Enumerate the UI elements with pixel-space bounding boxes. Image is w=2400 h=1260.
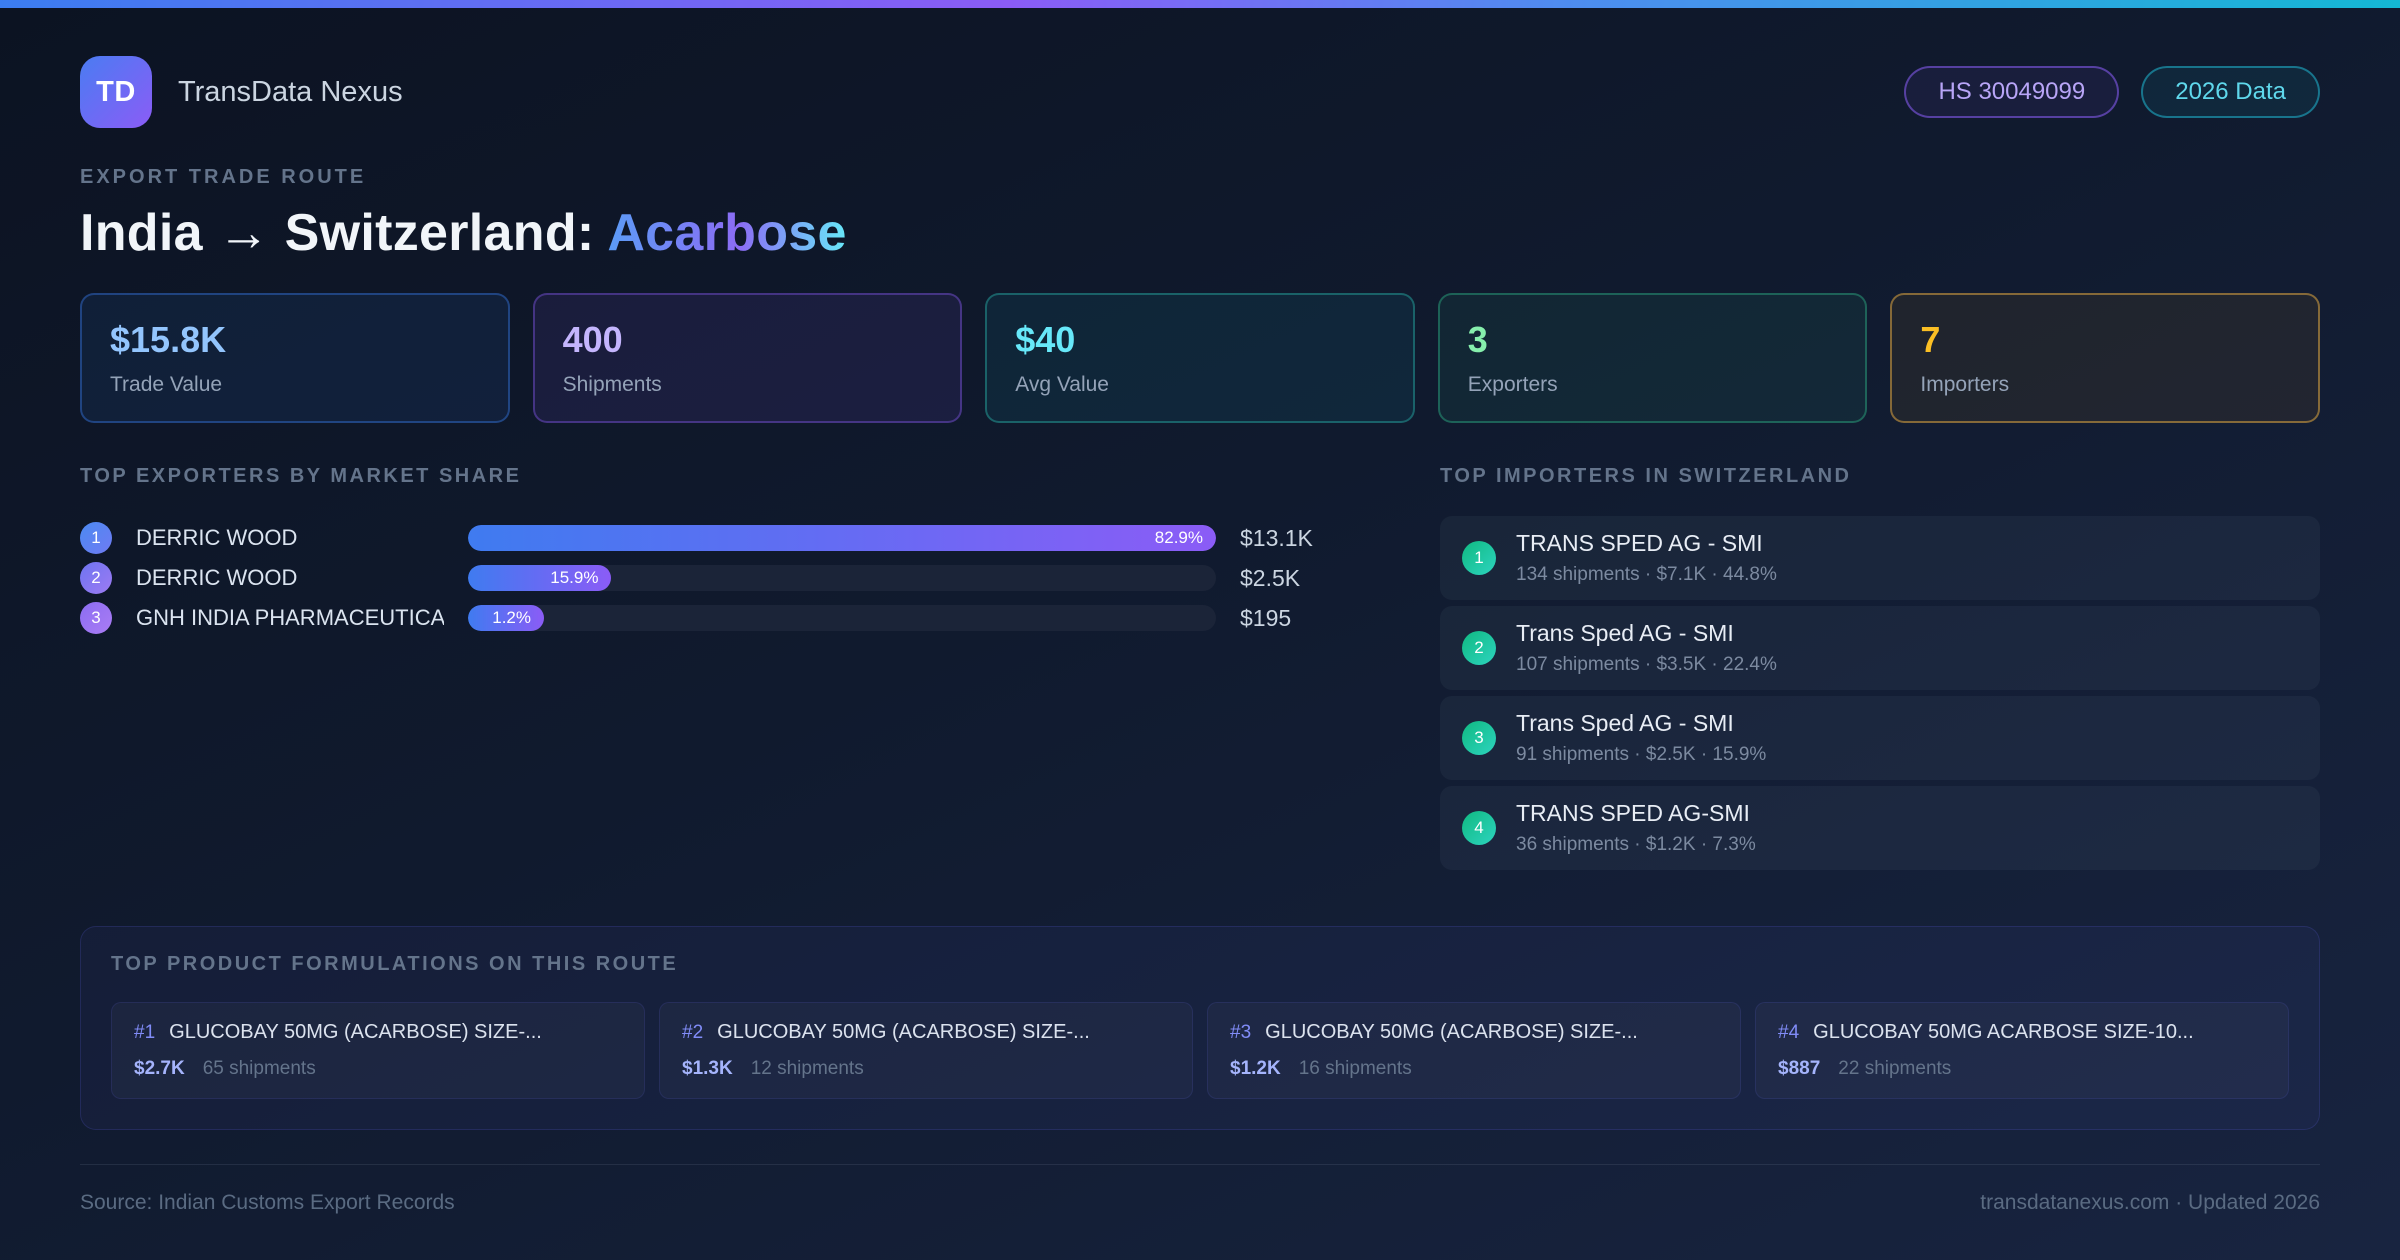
product-card[interactable]: #1 GLUCOBAY 50MG (ACARBOSE) SIZE-... $2.… — [111, 1002, 645, 1099]
product-highlight: Acarbose — [607, 204, 847, 262]
market-share-bar-fill: 1.2% — [468, 605, 544, 631]
stat-card-exporters: 3 Exporters — [1437, 293, 1868, 423]
stat-value: 7 — [1920, 319, 1941, 360]
product-value: $2.7K — [134, 1058, 185, 1079]
exporter-name: GNH INDIA PHARMACEUTICALS ... — [136, 605, 444, 630]
share-percent-label: 15.9% — [550, 568, 599, 587]
importer-detail: 107 shipments · $3.5K · 22.4% — [1516, 654, 1777, 675]
market-share-bar-track: 82.9% — [468, 525, 1216, 551]
header: TD TransData Nexus HS 30049099 2026 Data — [80, 56, 2320, 128]
product-rank: #3 — [1230, 1022, 1252, 1043]
rank-badge: 2 — [1462, 631, 1496, 665]
dashboard-page: TD TransData Nexus HS 30049099 2026 Data… — [0, 56, 2400, 1215]
app-logo: TD — [80, 56, 152, 128]
stat-value: $15.8K — [110, 319, 227, 360]
stats-row: $15.8K Trade Value 400 Shipments $40 Avg… — [80, 293, 2320, 423]
route-title-text: India → Switzerland: — [80, 204, 608, 262]
importer-row[interactable]: 3 Trans Sped AG - SMI 91 shipments · $2.… — [1440, 696, 2320, 780]
stat-card-avg-value: $40 Avg Value — [985, 293, 1415, 423]
importer-name: Trans Sped AG - SMI — [1516, 710, 1734, 736]
app-logo-text: TD — [96, 75, 136, 108]
product-value: $1.3K — [682, 1058, 733, 1079]
market-share-bar-fill: 82.9% — [468, 525, 1216, 551]
stat-card-trade-value: $15.8K Trade Value — [80, 293, 510, 423]
importers-heading: TOP IMPORTERS IN SWITZERLAND — [1440, 465, 1852, 487]
exporter-value: $195 — [1240, 604, 1292, 631]
section-eyebrow: EXPORT TRADE ROUTE — [80, 166, 367, 188]
exporter-row[interactable]: 1 DERRIC WOOD 82.9% $13.1K — [80, 518, 1350, 558]
importer-detail: 36 shipments · $1.2K · 7.3% — [1516, 834, 1756, 855]
exporters-heading: TOP EXPORTERS BY MARKET SHARE — [80, 465, 522, 487]
rank-badge: 2 — [80, 562, 112, 594]
exporter-row[interactable]: 2 DERRIC WOOD 15.9% $2.5K — [80, 558, 1350, 598]
stat-label: Avg Value — [1015, 373, 1109, 396]
year-data-badge[interactable]: 2026 Data — [2141, 66, 2320, 118]
importer-name: Trans Sped AG - SMI — [1516, 620, 1734, 646]
header-badges: HS 30049099 2026 Data — [1904, 66, 2320, 118]
product-card[interactable]: #4 GLUCOBAY 50MG ACARBOSE SIZE-10... $88… — [1755, 1002, 2289, 1099]
exporter-value: $13.1K — [1240, 524, 1313, 551]
importer-name: TRANS SPED AG-SMI — [1516, 800, 1750, 826]
stat-label: Exporters — [1467, 373, 1558, 396]
exporter-value: $2.5K — [1240, 564, 1301, 591]
stat-card-shipments: 400 Shipments — [532, 293, 963, 423]
share-percent-label: 1.2% — [492, 608, 531, 627]
stat-label: Trade Value — [110, 373, 223, 396]
product-name: GLUCOBAY 50MG ACARBOSE SIZE-10... — [1813, 1021, 2194, 1043]
importer-row[interactable]: 4 TRANS SPED AG-SMI 36 shipments · $1.2K… — [1440, 786, 2320, 870]
stat-label: Importers — [1920, 373, 2010, 396]
stat-label: Shipments — [562, 373, 662, 396]
importer-name: TRANS SPED AG - SMI — [1516, 530, 1763, 556]
product-card[interactable]: #3 GLUCOBAY 50MG (ACARBOSE) SIZE-... $1.… — [1207, 1002, 1741, 1099]
source-note: Source: Indian Customs Export Records — [80, 1191, 455, 1214]
exporter-name: DERRIC WOOD — [136, 525, 298, 550]
stat-value: 3 — [1467, 319, 1488, 360]
exporters-section: TOP EXPORTERS BY MARKET SHARE 1 DERRIC W… — [80, 465, 1350, 638]
stat-card-importers: 7 Importers — [1890, 293, 2320, 423]
app-name: TransData Nexus — [178, 75, 403, 108]
product-shipments: 65 shipments — [202, 1058, 316, 1079]
site-credit: transdatanexus.com · Updated 2026 — [1980, 1191, 2320, 1214]
products-grid: #1 GLUCOBAY 50MG (ACARBOSE) SIZE-... $2.… — [111, 1002, 2289, 1099]
rank-badge: 3 — [1462, 721, 1496, 755]
product-shipments: 22 shipments — [1838, 1058, 1952, 1079]
market-share-bar-track: 1.2% — [468, 605, 1216, 631]
exporters-chart: 1 DERRIC WOOD 82.9% $13.1K 2 DERRIC WOOD — [80, 518, 1350, 638]
footer: Source: Indian Customs Export Records tr… — [80, 1164, 2320, 1215]
product-rank: #1 — [134, 1022, 156, 1043]
brand: TD TransData Nexus — [80, 56, 403, 128]
rank-badge: 3 — [80, 602, 112, 634]
hs-code-badge[interactable]: HS 30049099 — [1904, 66, 2120, 118]
products-panel: TOP PRODUCT FORMULATIONS ON THIS ROUTE #… — [80, 926, 2320, 1130]
product-name: GLUCOBAY 50MG (ACARBOSE) SIZE-... — [169, 1021, 542, 1043]
share-percent-label: 82.9% — [1154, 528, 1203, 547]
stat-value: $40 — [1015, 319, 1076, 360]
importer-row[interactable]: 1 TRANS SPED AG - SMI 134 shipments · $7… — [1440, 516, 2320, 600]
exporter-name: DERRIC WOOD — [136, 565, 298, 590]
importer-detail: 91 shipments · $2.5K · 15.9% — [1516, 744, 1767, 765]
products-heading: TOP PRODUCT FORMULATIONS ON THIS ROUTE — [111, 953, 679, 975]
product-rank: #2 — [682, 1022, 704, 1043]
product-rank: #4 — [1778, 1022, 1800, 1043]
importer-row[interactable]: 2 Trans Sped AG - SMI 107 shipments · $3… — [1440, 606, 2320, 690]
importers-list: 1 TRANS SPED AG - SMI 134 shipments · $7… — [1440, 516, 2320, 870]
exporter-row[interactable]: 3 GNH INDIA PHARMACEUTICALS ... 1.2% $19… — [80, 598, 1350, 638]
product-shipments: 12 shipments — [750, 1058, 864, 1079]
product-value: $1.2K — [1230, 1058, 1281, 1079]
page-title: India → Switzerland: Acarbose — [80, 203, 2320, 263]
importer-detail: 134 shipments · $7.1K · 44.8% — [1516, 564, 1777, 585]
stat-value: 400 — [562, 319, 623, 360]
importers-section: TOP IMPORTERS IN SWITZERLAND 1 TRANS SPE… — [1440, 465, 2320, 876]
product-shipments: 16 shipments — [1298, 1058, 1412, 1079]
market-share-bar-track: 15.9% — [468, 565, 1216, 591]
top-accent-bar — [0, 0, 2400, 8]
rank-badge: 1 — [1462, 541, 1496, 575]
rank-badge: 1 — [80, 522, 112, 554]
market-share-bar-fill: 15.9% — [468, 565, 612, 591]
product-name: GLUCOBAY 50MG (ACARBOSE) SIZE-... — [1265, 1021, 1638, 1043]
product-name: GLUCOBAY 50MG (ACARBOSE) SIZE-... — [717, 1021, 1090, 1043]
rank-badge: 4 — [1462, 811, 1496, 845]
product-value: $887 — [1778, 1058, 1821, 1079]
product-card[interactable]: #2 GLUCOBAY 50MG (ACARBOSE) SIZE-... $1.… — [659, 1002, 1193, 1099]
